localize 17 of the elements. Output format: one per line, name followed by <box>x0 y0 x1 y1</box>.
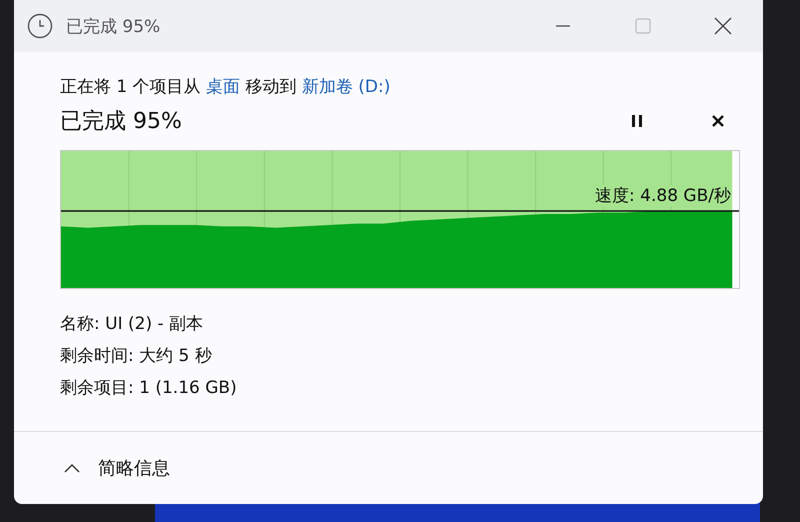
chevron-icon <box>64 463 80 473</box>
transfer-description: 正在将 1 个项目从 桌面 移动到 新加卷 (D:) <box>60 76 392 99</box>
pause-icon <box>630 114 644 128</box>
maximize-icon <box>634 17 652 35</box>
detail-text: 名称: UI (2) - 副本 <box>60 313 204 336</box>
location-link[interactable]: 桌面 <box>206 77 240 97</box>
speed-label: 速度: 4.88 GB/秒 <box>595 185 731 207</box>
detail-text: 剩余时间: 大约 5 秒 <box>60 345 213 368</box>
minimize-icon <box>556 25 570 27</box>
details-toggle[interactable]: 简略信息 <box>64 452 170 484</box>
detail-text: 剩余项目: 1 (1.16 GB) <box>60 377 238 400</box>
clock-icon <box>27 13 53 39</box>
location-link[interactable]: 新加卷 (D:) <box>302 77 390 97</box>
close-icon <box>714 17 732 35</box>
close-icon <box>711 114 725 128</box>
progress-heading: 已完成 95% <box>60 108 183 136</box>
window-title: 已完成 95% <box>66 16 160 38</box>
